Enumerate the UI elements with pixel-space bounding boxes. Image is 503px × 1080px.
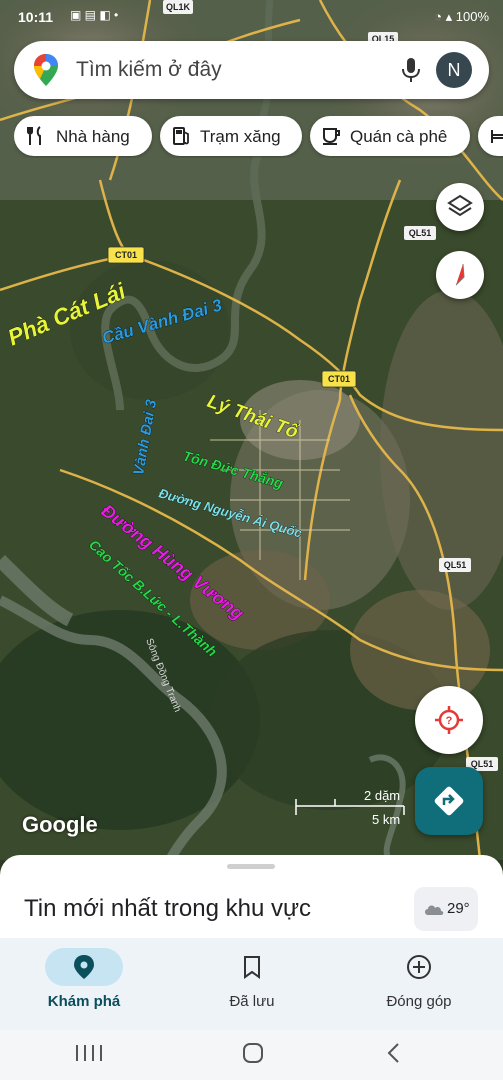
sheet-drag-handle[interactable]	[227, 864, 275, 869]
category-chips: Nhà hàng Trạm xăng Quán cà phê	[14, 116, 503, 158]
location-crosshair-icon: ?	[435, 706, 463, 734]
add-circle-icon	[407, 955, 431, 979]
recent-apps-icon[interactable]	[74, 1043, 104, 1063]
svg-text:?: ?	[446, 715, 453, 727]
tab-contribute[interactable]: Đóng góp	[335, 938, 503, 1030]
bottom-sheet[interactable]: Tin mới nhất trong khu vực 29°	[0, 855, 503, 945]
home-icon[interactable]	[242, 1042, 264, 1064]
tab-explore[interactable]: Khám phá	[0, 938, 168, 1030]
chip-label: Quán cà phê	[350, 127, 448, 146]
tab-label: Đã lưu	[229, 993, 275, 1010]
chip-more[interactable]	[478, 116, 503, 156]
maps-logo-icon	[34, 54, 58, 86]
location-pin-icon	[74, 955, 94, 979]
fork-knife-icon	[27, 126, 41, 145]
chip-cafes[interactable]: Quán cà phê	[310, 116, 470, 156]
google-logo: Google	[22, 812, 98, 837]
bed-icon	[491, 130, 503, 143]
chip-label: Nhà hàng	[56, 127, 130, 146]
directions-button[interactable]	[415, 767, 483, 835]
system-navigation-bar	[0, 1030, 503, 1080]
directions-icon	[434, 786, 464, 816]
status-bar: 10:11 ▣ ▤ ◧ • ◔ ▴ 100%	[0, 0, 503, 34]
status-right: ◔ ▴ 100%	[434, 9, 489, 25]
chip-restaurants[interactable]: Nhà hàng	[14, 116, 152, 156]
chip-gas-stations[interactable]: Trạm xăng	[160, 116, 302, 156]
back-icon[interactable]	[386, 1042, 402, 1064]
compass-icon	[455, 263, 465, 286]
wifi-icon: ◔ ▴	[434, 9, 456, 24]
account-avatar[interactable]: N	[436, 52, 472, 88]
scale-km: 5 km	[372, 812, 401, 827]
notification-icons: ▣ ▤ ◧ •	[70, 8, 119, 22]
tab-saved[interactable]: Đã lưu	[168, 938, 336, 1030]
weather-badge[interactable]: 29°	[414, 887, 478, 931]
map-scale: 2 dặm 5 km	[292, 785, 407, 830]
search-bar[interactable]: Tìm kiếm ở đây N	[14, 41, 489, 99]
chip-label: Trạm xăng	[200, 127, 281, 146]
road-marker-ct01-left: CT01	[115, 250, 137, 260]
compass-button[interactable]	[436, 251, 484, 299]
scale-miles: 2 dặm	[364, 788, 401, 803]
status-time: 10:11	[18, 9, 54, 25]
road-marker-ql51-top: QL51	[409, 228, 432, 238]
layers-button[interactable]	[436, 183, 484, 231]
layers-icon	[447, 194, 473, 217]
battery-level: 100%	[455, 9, 489, 24]
microphone-icon[interactable]	[398, 56, 424, 84]
my-location-button[interactable]: ?	[415, 686, 483, 754]
tab-label: Đóng góp	[386, 993, 452, 1010]
temperature: 29°	[447, 900, 470, 917]
gas-pump-icon	[173, 127, 189, 145]
bookmark-icon	[244, 956, 260, 979]
search-input[interactable]: Tìm kiếm ở đây	[76, 58, 222, 82]
tab-label: Khám phá	[47, 993, 121, 1010]
bottom-navigation: Khám phá Đã lưu Đóng góp	[0, 938, 503, 1030]
sheet-title: Tin mới nhất trong khu vực	[24, 895, 312, 922]
coffee-cup-icon	[323, 128, 340, 145]
cloud-icon	[425, 905, 444, 915]
road-marker-ql51-mid: QL51	[444, 560, 467, 570]
road-marker-ct01-right: CT01	[328, 374, 350, 384]
